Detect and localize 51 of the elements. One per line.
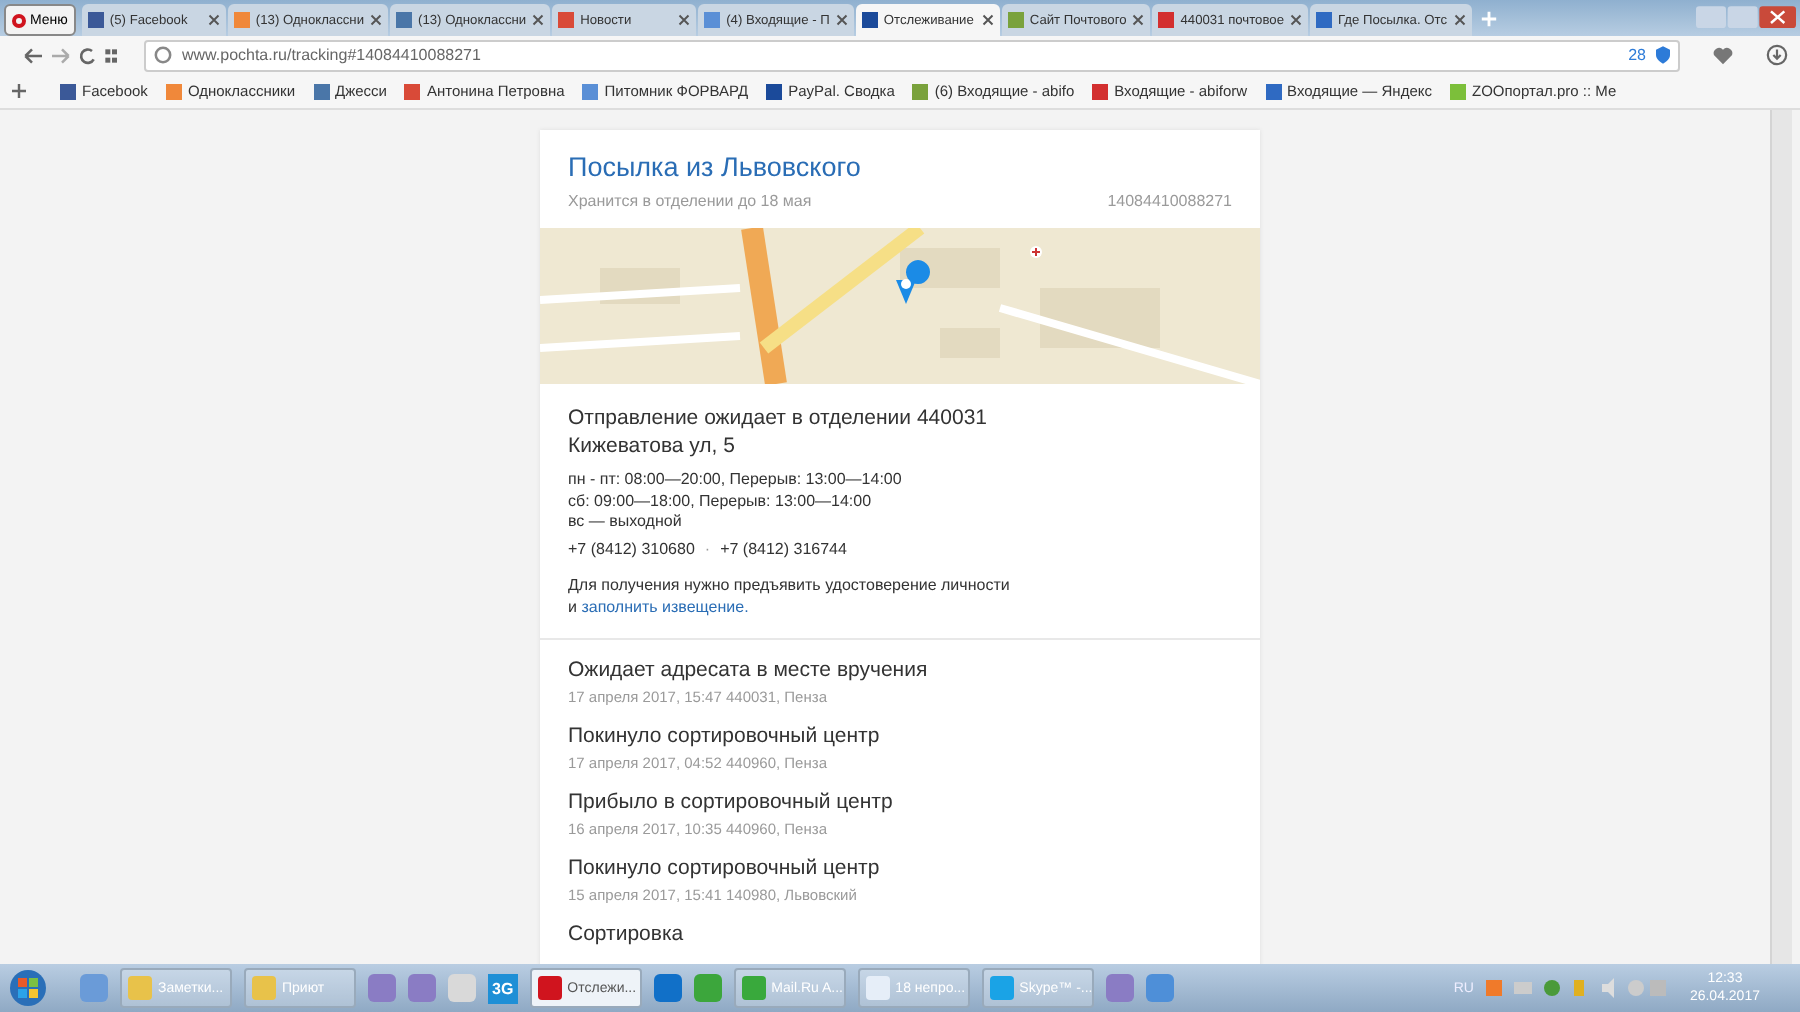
download-icon[interactable] <box>1766 44 1788 66</box>
favicon-icon <box>558 12 575 28</box>
status-title: Покинуло сортировочный центр <box>568 856 882 880</box>
fill-notice-link[interactable]: заполнить извещение <box>581 597 745 615</box>
opening-hours: пн - пт: 08:00—20:00, Перерыв: 13:00—14:00 <box>568 470 904 491</box>
shield-icon[interactable] <box>1656 46 1670 64</box>
add-bookmark-icon[interactable] <box>12 84 26 98</box>
window-controls-icon[interactable] <box>1696 6 1796 30</box>
scrollbar[interactable] <box>1770 110 1792 964</box>
close-icon[interactable] <box>370 14 383 26</box>
favicon-icon <box>396 12 413 28</box>
close-icon[interactable] <box>532 14 545 26</box>
note-text: . <box>744 597 749 615</box>
close-icon[interactable] <box>835 14 848 26</box>
phone-link[interactable]: +7 (8412) 310680 <box>568 539 695 560</box>
id-requirement-note: Для получения нужно предъявить удостоверение личности <box>568 576 1012 597</box>
parcel-title: Посылка из Львовского <box>568 152 863 182</box>
favicon-icon <box>861 12 878 28</box>
close-icon[interactable] <box>1132 14 1145 26</box>
heart-icon[interactable] <box>1712 45 1734 65</box>
address-field[interactable]: www.pochta.ru/tracking#14084410088271 28 <box>144 39 1680 71</box>
close-icon[interactable] <box>1290 14 1302 26</box>
globe-icon <box>154 46 172 64</box>
opening-hours: вс — выходной <box>568 512 684 533</box>
office-address: Кижеватова ул, 5 <box>568 432 737 460</box>
status-title: Сортировка <box>568 922 686 946</box>
separator-dot: · <box>704 539 711 560</box>
close-icon[interactable] <box>1453 14 1465 26</box>
close-icon[interactable] <box>678 14 691 26</box>
blocked-count: 28 <box>1628 46 1646 64</box>
tracking-number: 14084410088271 <box>1107 192 1232 210</box>
note-text: и <box>568 597 577 615</box>
status-title: Покинуло сортировочный центр <box>568 724 882 748</box>
storage-note: Хранится в отделении до 18 мая <box>568 192 812 210</box>
status-title: Ожидает адресата в месте вручения <box>568 658 930 682</box>
opening-hours: сб: 09:00—18:00, Перерыв: 13:00—14:00 <box>568 491 874 512</box>
favicon-icon <box>1316 12 1332 28</box>
favicon-icon <box>1007 12 1024 28</box>
status-title: Прибыло в сортировочный центр <box>568 790 895 814</box>
favicon-icon <box>87 12 104 28</box>
close-icon[interactable] <box>981 14 994 26</box>
taskbar-app-icon[interactable]: 3G <box>488 973 518 1003</box>
favicon-icon <box>1158 12 1175 28</box>
office-heading: Отправление ожидает в отделении 440031 <box>568 404 989 432</box>
close-icon[interactable] <box>207 14 220 26</box>
phone-link[interactable]: +7 (8412) 316744 <box>720 539 847 560</box>
favicon-icon <box>704 12 721 28</box>
taskbar-app-icon[interactable] <box>653 974 682 1002</box>
favicon-icon <box>233 12 250 28</box>
tray-icons[interactable] <box>1485 976 1666 1000</box>
start-icon[interactable] <box>8 968 48 1008</box>
